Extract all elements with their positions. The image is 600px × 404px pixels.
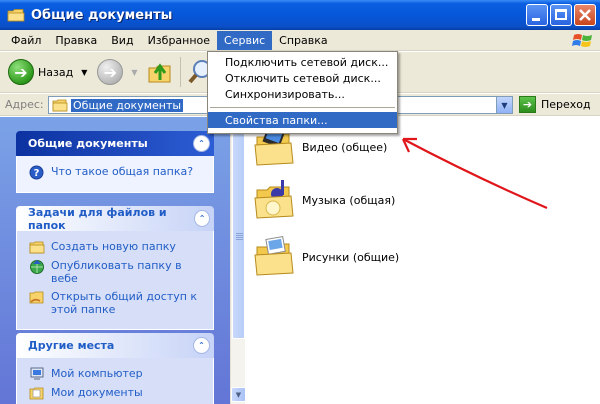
up-folder-icon: [148, 63, 171, 83]
window-title: Общие документы: [31, 7, 173, 23]
up-folder-button[interactable]: [146, 55, 174, 89]
scroll-down-icon[interactable]: ▼: [231, 387, 246, 402]
menu-file[interactable]: Файл: [4, 31, 48, 50]
address-dropdown-button[interactable]: ▼: [496, 97, 512, 113]
forward-button[interactable]: ➔ ▼: [97, 55, 138, 89]
share-folder-icon: [29, 290, 45, 304]
folder-label: Видео (общее): [302, 140, 388, 154]
folder-label: Рисунки (общие): [302, 250, 400, 264]
go-button[interactable]: ➔ Переход: [519, 96, 591, 113]
chevron-down-icon: ▼: [501, 100, 508, 110]
go-label: Переход: [541, 98, 591, 111]
back-arrow-icon: ➔: [8, 59, 34, 85]
menu-help[interactable]: Справка: [272, 31, 334, 50]
folder-label: Музыка (общая): [302, 193, 396, 207]
folder-icon: [52, 99, 68, 111]
help-icon: ?: [29, 165, 45, 180]
folder-item[interactable]: Музыка (общая): [253, 178, 395, 222]
menu-view[interactable]: Вид: [104, 31, 140, 50]
menu-bar: Файл Правка Вид Избранное Сервис Справка: [0, 30, 600, 51]
minimize-icon: [532, 18, 540, 21]
panel-header[interactable]: Другие места ⌃: [16, 333, 214, 358]
folder-app-icon: [7, 8, 25, 23]
forward-dropdown-icon[interactable]: ▼: [131, 68, 137, 77]
link-my-documents[interactable]: Мои документы: [29, 386, 203, 400]
link-share-folder[interactable]: Открыть общий доступ к этой папке: [29, 290, 203, 316]
collapse-chevron-icon[interactable]: ⌃: [194, 210, 210, 227]
collapse-chevron-icon[interactable]: ⌃: [193, 337, 210, 354]
back-label: Назад: [38, 65, 74, 79]
back-dropdown-icon[interactable]: ▼: [81, 68, 87, 77]
menu-tools[interactable]: Сервис: [217, 30, 273, 50]
folder-content-area: Видео (общее) Музыка (общая) Рисунки (об…: [245, 117, 600, 404]
panel-other-places: Другие места ⌃ Мой компьютер Мои докумен…: [16, 333, 214, 404]
maximize-button[interactable]: [550, 4, 572, 26]
panel-header[interactable]: Общие документы ⌃: [16, 131, 214, 156]
forward-arrow-icon: ➔: [97, 59, 124, 85]
address-label: Адрес:: [5, 98, 44, 111]
link-publish-folder[interactable]: Опубликовать папку в вебе: [29, 259, 203, 285]
my-computer-icon: [29, 367, 45, 381]
svg-text:?: ?: [34, 168, 40, 179]
panel-header[interactable]: Задачи для файлов и папок ⌃: [16, 205, 214, 232]
publish-web-icon: [29, 259, 45, 274]
scroll-thumb[interactable]: [232, 133, 245, 339]
panel-title: Общие документы: [28, 137, 148, 150]
menu-favorites[interactable]: Избранное: [141, 31, 217, 50]
link-my-computer[interactable]: Мой компьютер: [29, 367, 203, 381]
menu-item-map-network-drive[interactable]: Подключить сетевой диск...: [208, 54, 397, 70]
title-bar[interactable]: Общие документы: [0, 0, 600, 30]
panel-shared-documents: Общие документы ⌃ ? Что такое общая папк…: [16, 131, 214, 193]
collapse-chevron-icon[interactable]: ⌃: [193, 135, 210, 152]
menu-item-disconnect-network-drive[interactable]: Отключить сетевой диск...: [208, 70, 397, 86]
maximize-icon: [555, 9, 567, 20]
toolbar-separator: [179, 57, 181, 87]
menu-separator: [210, 107, 395, 108]
menu-item-synchronize[interactable]: Синхронизировать...: [208, 86, 397, 102]
task-pane: Общие документы ⌃ ? Что такое общая папк…: [0, 117, 245, 404]
address-value: Общие документы: [71, 98, 184, 112]
menu-edit[interactable]: Правка: [48, 31, 104, 50]
tools-menu-dropdown: Подключить сетевой диск... Отключить сет…: [207, 51, 398, 134]
link-create-folder[interactable]: Создать новую папку: [29, 240, 203, 254]
panel-title: Другие места: [28, 339, 115, 352]
menu-item-folder-options[interactable]: Свойства папки...: [208, 112, 397, 128]
back-button[interactable]: ➔ Назад ▼: [8, 55, 87, 89]
pictures-folder-icon: [253, 235, 297, 279]
windows-logo-icon: [572, 31, 594, 51]
panel-file-folder-tasks: Задачи для файлов и папок ⌃ Создать нову…: [16, 206, 214, 330]
close-icon: [579, 9, 591, 21]
go-arrow-icon: ➔: [519, 96, 536, 113]
close-button[interactable]: [574, 4, 596, 26]
my-documents-icon: [29, 386, 45, 400]
task-pane-scrollbar[interactable]: ▲ ▼: [230, 117, 246, 404]
panel-title: Задачи для файлов и папок: [28, 205, 167, 232]
new-folder-icon: [29, 240, 45, 254]
minimize-button[interactable]: [526, 4, 548, 26]
music-folder-icon: [253, 178, 297, 222]
folder-item[interactable]: Рисунки (общие): [253, 235, 399, 279]
link-what-is-shared-folder[interactable]: ? Что такое общая папка?: [29, 165, 203, 180]
